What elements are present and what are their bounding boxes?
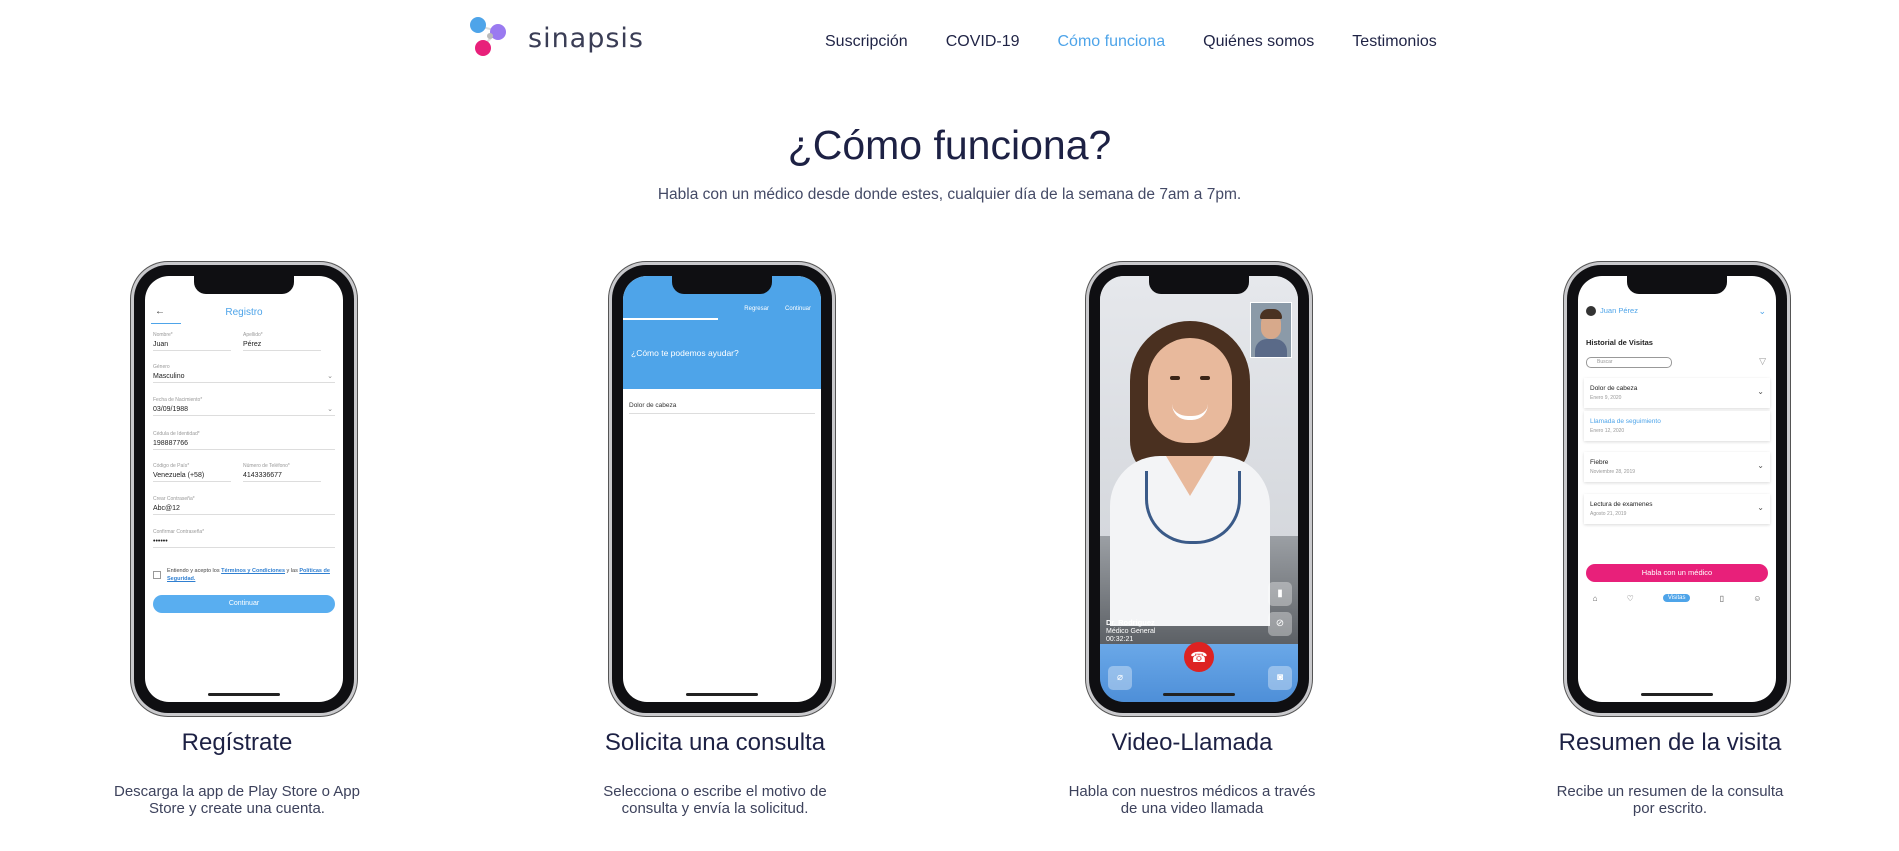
- nav-testimonios[interactable]: Testimonios: [1352, 33, 1436, 51]
- consulta-screen: Regresar Continuar ¿Cómo te podemos ayud…: [623, 276, 821, 702]
- step-resumen: Juan Pérez ⌄ Historial de Visitas Buscar…: [1505, 243, 1835, 817]
- crear-password-field[interactable]: Crear Contraseña* Abc@12: [153, 496, 335, 515]
- consulta-question: ¿Cómo te podemos ayudar?: [631, 348, 739, 358]
- list-item[interactable]: Lectura de examenes Agosto 21, 2019 ⌄: [1584, 494, 1770, 524]
- nav-suscripcion[interactable]: Suscripción: [825, 33, 908, 51]
- page-title: ¿Cómo funciona?: [787, 122, 1112, 168]
- chevron-down-icon: ⌄: [327, 373, 333, 380]
- mute-icon[interactable]: ⊘: [1268, 612, 1292, 636]
- phone-mockup: Juan Pérez ⌄ Historial de Visitas Buscar…: [1555, 243, 1787, 723]
- logo-text: sinapsis: [528, 23, 644, 54]
- page-subtitle: Habla con un médico desde donde estes, c…: [657, 186, 1242, 203]
- step-description: Habla con nuestros médicos a través de u…: [1068, 783, 1316, 817]
- list-item[interactable]: Llamada de seguimiento Enero 12, 2020: [1584, 411, 1770, 441]
- profile-icon[interactable]: ☺: [1753, 594, 1761, 603]
- end-call-icon[interactable]: ☎: [1184, 642, 1214, 672]
- confirmar-password-field[interactable]: Confirmar Contraseña* ••••••: [153, 529, 335, 548]
- registro-title: Registro: [225, 307, 263, 318]
- camera-toggle-icon[interactable]: ▮: [1268, 582, 1292, 606]
- doctor-info: Dr. Rodriguez Médico General 00:32:21: [1106, 619, 1155, 644]
- phone-mockup: ▮ ⊘ Dr. Rodriguez Médico General 00:32:2…: [1077, 243, 1309, 723]
- nombre-field[interactable]: Nombre* Juan: [153, 332, 231, 351]
- continuar-tab[interactable]: Continuar: [785, 306, 811, 312]
- continuar-button[interactable]: Continuar: [153, 595, 335, 613]
- filter-icon[interactable]: ▽: [1759, 356, 1766, 367]
- phone-mockup: Regresar Continuar ¿Cómo te podemos ayud…: [600, 243, 832, 723]
- terms-checkbox[interactable]: [153, 571, 161, 579]
- home-icon[interactable]: ⌂: [1593, 594, 1598, 603]
- step-registrate: ← Registro Nombre* Juan Apellido* Pérez Gé…: [72, 243, 402, 817]
- nav-como-funciona[interactable]: Cómo funciona: [1058, 33, 1166, 51]
- step-title: Regístrate: [181, 729, 293, 756]
- top-nav: sinapsis Suscripción COVID-19 Cómo funci…: [0, 0, 1899, 80]
- apellido-field[interactable]: Apellido* Pérez: [243, 332, 321, 351]
- habla-con-medico-button[interactable]: Habla con un médico: [1586, 564, 1768, 582]
- list-item[interactable]: Fiebre Noviembre 28, 2019 ⌄: [1584, 452, 1770, 482]
- step-title: Resumen de la visita: [1558, 729, 1782, 756]
- logo-molecule-icon: [470, 17, 506, 56]
- step-video: ▮ ⊘ Dr. Rodriguez Médico General 00:32:2…: [1027, 243, 1357, 817]
- codigo-pais-field[interactable]: Código de País* Venezuela (+58): [153, 463, 231, 482]
- chevron-down-icon: ⌄: [1757, 387, 1764, 396]
- fecha-field[interactable]: Fecha de Nacimiento* 03/09/1988 ⌄: [153, 397, 335, 416]
- terms-text: Entiendo y acepto los Términos y Condici…: [153, 567, 335, 583]
- doctor-face: [1148, 338, 1232, 443]
- phone-mockup: ← Registro Nombre* Juan Apellido* Pérez Gé…: [122, 243, 354, 723]
- genero-select[interactable]: Género Masculino ⌄: [153, 364, 335, 383]
- tab-visitas[interactable]: Visitas: [1662, 594, 1691, 602]
- step-description: Descarga la app de Play Store o App Stor…: [114, 783, 360, 817]
- step-solicita: Regresar Continuar ¿Cómo te podemos ayud…: [550, 243, 880, 817]
- step-title: Solicita una consulta: [604, 729, 826, 756]
- registro-screen: ← Registro Nombre* Juan Apellido* Pérez Gé…: [145, 276, 343, 702]
- doctor-name: Dr. Rodriguez: [1106, 618, 1155, 627]
- step-description: Selecciona o escribe el motivo de consul…: [603, 783, 827, 817]
- resumen-screen: Juan Pérez ⌄ Historial de Visitas Buscar…: [1578, 276, 1776, 702]
- list-item[interactable]: Dolor de cabeza Enero 9, 2020 ⌄: [1584, 378, 1770, 408]
- step-description: Recibe un resumen de la consulta por esc…: [1556, 783, 1784, 817]
- user-profile[interactable]: Juan Pérez: [1586, 306, 1638, 317]
- chevron-down-icon: ⌄: [327, 406, 333, 413]
- historial-heading: Historial de Visitas: [1586, 338, 1653, 347]
- regresar-tab[interactable]: Regresar: [744, 306, 769, 312]
- cedula-field[interactable]: Cédula de Identidad* 198887766: [153, 431, 335, 450]
- search-input[interactable]: Buscar: [1586, 357, 1672, 368]
- telefono-field[interactable]: Número de Teléfono* 4143336677: [243, 463, 321, 482]
- video-call-screen: ▮ ⊘ Dr. Rodriguez Médico General 00:32:2…: [1100, 276, 1298, 702]
- terms-link[interactable]: Términos y Condiciones: [221, 568, 285, 574]
- bottom-tab-bar: ⌂ ♡ Visitas ▯ ☺: [1578, 590, 1776, 606]
- chevron-down-icon: ⌄: [1757, 503, 1764, 512]
- nav-links: Suscripción COVID-19 Cómo funciona Quién…: [825, 33, 1437, 51]
- call-timer: 00:32:21: [1106, 636, 1134, 643]
- avatar: [1586, 306, 1596, 317]
- doctor-role: Médico General: [1106, 628, 1156, 635]
- chevron-down-icon[interactable]: ⌄: [1758, 306, 1766, 317]
- camera-icon[interactable]: ◙: [1268, 666, 1292, 690]
- attach-icon[interactable]: ⌀: [1108, 666, 1132, 690]
- heart-icon[interactable]: ♡: [1627, 594, 1634, 603]
- self-view-thumbnail[interactable]: [1250, 302, 1292, 358]
- pill-icon[interactable]: ▯: [1720, 594, 1724, 603]
- nav-quienes-somos[interactable]: Quiénes somos: [1203, 33, 1314, 51]
- motivo-input[interactable]: Dolor de cabeza: [629, 402, 815, 414]
- step-title: Video-Llamada: [1111, 729, 1273, 756]
- nav-covid[interactable]: COVID-19: [946, 33, 1020, 51]
- chevron-down-icon: ⌄: [1757, 461, 1764, 470]
